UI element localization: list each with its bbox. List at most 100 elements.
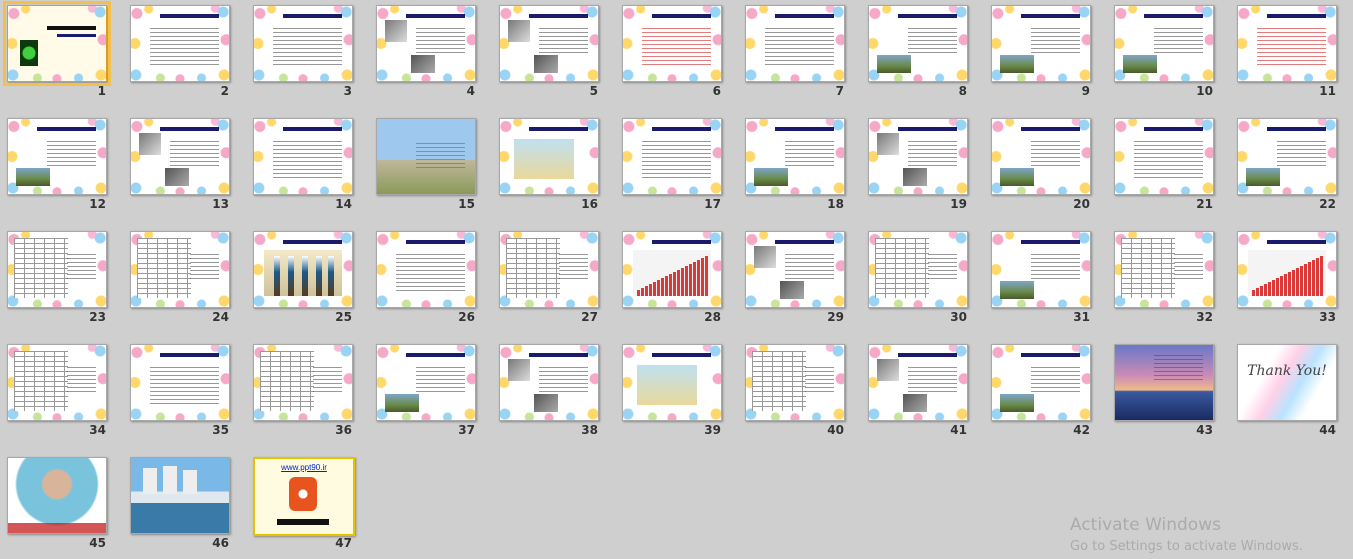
slide-thumbnail[interactable] (253, 5, 353, 82)
slide-thumbnail[interactable] (499, 231, 599, 308)
slide-item[interactable]: 29 (738, 226, 859, 332)
slide-thumbnail[interactable] (130, 231, 230, 308)
slide-thumbnail[interactable] (7, 457, 107, 534)
slide-thumbnail[interactable] (868, 118, 968, 195)
slide-thumbnail[interactable] (1237, 231, 1337, 308)
slide-item[interactable]: 28 (615, 226, 736, 332)
slide-item[interactable]: 18 (738, 113, 859, 219)
slide-thumbnail[interactable] (130, 5, 230, 82)
slide-item[interactable]: 7 (738, 0, 859, 106)
slide-item[interactable]: 46 (123, 452, 244, 558)
slide-item[interactable]: 9 (984, 0, 1105, 106)
slide-item[interactable]: 25 (246, 226, 367, 332)
slide-item[interactable]: 12 (0, 113, 121, 219)
slide-item[interactable]: 41 (861, 339, 982, 445)
slide-item[interactable]: 1 (0, 0, 121, 106)
slide-item[interactable]: 35 (123, 339, 244, 445)
slide-thumbnail[interactable] (499, 118, 599, 195)
body-text (785, 254, 834, 282)
slide-item[interactable]: Thank You! 44 (1230, 339, 1351, 445)
slide-item[interactable]: 2 (123, 0, 244, 106)
slide-item[interactable]: www.ppt90.ir 47 (246, 452, 367, 558)
slide-item[interactable]: 10 (1107, 0, 1228, 106)
slide-sorter-view[interactable]: 1 2 3 4 5 6 7 8 9 10 11 12 13 14 15 16 17 18 19 20 21 22 23 24 2… (0, 0, 1353, 559)
slide-item[interactable]: 36 (246, 339, 367, 445)
slide-thumbnail[interactable] (253, 118, 353, 195)
slide-thumbnail[interactable] (745, 5, 845, 82)
slide-thumbnail[interactable] (868, 5, 968, 82)
slide-item[interactable]: 5 (492, 0, 613, 106)
slide-thumbnail[interactable] (991, 5, 1091, 82)
slide-thumbnail[interactable] (745, 118, 845, 195)
slide-thumbnail[interactable] (499, 344, 599, 421)
slide-item[interactable]: 21 (1107, 113, 1228, 219)
slide-item[interactable]: 30 (861, 226, 982, 332)
slide-item[interactable]: 4 (369, 0, 490, 106)
slide-item[interactable]: 38 (492, 339, 613, 445)
slide-item[interactable]: 3 (246, 0, 367, 106)
slide-item[interactable]: 17 (615, 113, 736, 219)
slide-item[interactable]: 45 (0, 452, 121, 558)
slide-thumbnail[interactable] (7, 118, 107, 195)
slide-thumbnail[interactable] (745, 231, 845, 308)
slide-thumbnail[interactable] (130, 457, 230, 534)
slide-thumbnail[interactable] (376, 118, 476, 195)
slide-thumbnail[interactable] (253, 231, 353, 308)
slide-item[interactable]: 8 (861, 0, 982, 106)
slide-thumbnail[interactable] (130, 118, 230, 195)
slide-thumbnail[interactable] (622, 231, 722, 308)
slide-item[interactable]: 43 (1107, 339, 1228, 445)
slide-thumbnail[interactable] (1114, 344, 1214, 421)
slide-item[interactable]: 33 (1230, 226, 1351, 332)
slide-item[interactable]: 24 (123, 226, 244, 332)
slide-image (754, 246, 776, 268)
slide-item[interactable]: 31 (984, 226, 1105, 332)
slide-thumbnail[interactable]: www.ppt90.ir (253, 457, 355, 536)
slide-thumbnail[interactable] (499, 5, 599, 82)
slide-thumbnail[interactable] (622, 344, 722, 421)
website-link: www.ppt90.ir (281, 463, 327, 472)
slide-item[interactable]: 27 (492, 226, 613, 332)
slide-thumbnail[interactable]: Thank You! (1237, 344, 1337, 421)
slide-thumbnail[interactable] (3, 1, 111, 86)
slide-thumbnail[interactable] (991, 344, 1091, 421)
chart-bar (653, 282, 656, 296)
slide-thumbnail[interactable] (130, 344, 230, 421)
slide-item[interactable]: 6 (615, 0, 736, 106)
slide-item[interactable]: 39 (615, 339, 736, 445)
slide-thumbnail[interactable] (991, 231, 1091, 308)
slide-item[interactable]: 32 (1107, 226, 1228, 332)
slide-image (877, 133, 899, 155)
slide-thumbnail[interactable] (1114, 118, 1214, 195)
slide-thumbnail[interactable] (1237, 118, 1337, 195)
slide-item[interactable]: 15 (369, 113, 490, 219)
slide-thumbnail[interactable] (745, 344, 845, 421)
slide-item[interactable]: 23 (0, 226, 121, 332)
slide-thumbnail[interactable] (622, 118, 722, 195)
slide-thumbnail[interactable] (1114, 5, 1214, 82)
slide-item[interactable]: 14 (246, 113, 367, 219)
slide-thumbnail[interactable] (376, 5, 476, 82)
slide-thumbnail[interactable] (376, 344, 476, 421)
slide-item[interactable]: 20 (984, 113, 1105, 219)
slide-thumbnail[interactable] (868, 344, 968, 421)
slide-thumbnail[interactable] (868, 231, 968, 308)
slide-item[interactable]: 19 (861, 113, 982, 219)
slide-thumbnail[interactable] (376, 231, 476, 308)
slide-thumbnail[interactable] (1237, 5, 1337, 82)
slide-thumbnail[interactable] (1114, 231, 1214, 308)
slide-item[interactable]: 26 (369, 226, 490, 332)
slide-item[interactable]: 11 (1230, 0, 1351, 106)
slide-item[interactable]: 16 (492, 113, 613, 219)
slide-item[interactable]: 22 (1230, 113, 1351, 219)
slide-thumbnail[interactable] (7, 344, 107, 421)
slide-thumbnail[interactable] (253, 344, 353, 421)
slide-item[interactable]: 42 (984, 339, 1105, 445)
slide-item[interactable]: 34 (0, 339, 121, 445)
slide-item[interactable]: 40 (738, 339, 859, 445)
slide-item[interactable]: 37 (369, 339, 490, 445)
slide-thumbnail[interactable] (7, 231, 107, 308)
slide-thumbnail[interactable] (991, 118, 1091, 195)
slide-item[interactable]: 13 (123, 113, 244, 219)
slide-thumbnail[interactable] (622, 5, 722, 82)
